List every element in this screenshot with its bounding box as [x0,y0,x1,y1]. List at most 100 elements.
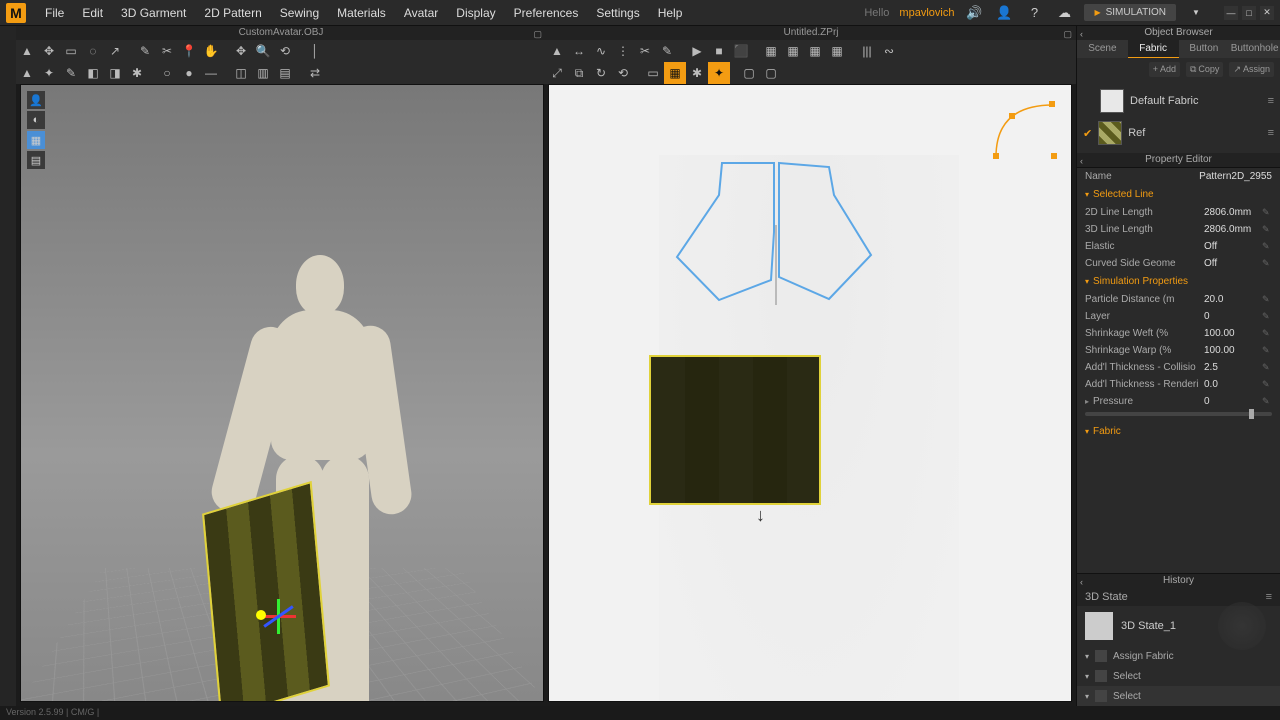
prop-row[interactable]: Shrinkage Warp (%100.00✎ [1077,342,1280,359]
history-entry[interactable]: Select [1077,666,1280,686]
sub-e[interactable]: ◨ [104,62,126,84]
username[interactable]: mpavlovich [899,7,954,19]
close-icon[interactable]: ▢ [1063,27,1072,41]
sim-dropdown-icon[interactable]: ▼ [1186,3,1206,23]
simulation-button[interactable]: SIMULATION [1084,4,1176,21]
sub2-g[interactable]: ✦ [708,62,730,84]
tool-zoom[interactable]: 🔍 [252,40,274,62]
prop-row[interactable]: Add'l Thickness - Renderi0.0✎ [1077,376,1280,393]
sub-m[interactable]: ⇄ [304,62,326,84]
selected-pattern-textured[interactable] [649,355,821,505]
prop-row[interactable]: Particle Distance (m20.0✎ [1077,291,1280,308]
prop-pressure[interactable]: ▸Pressure0✎ [1077,393,1280,410]
tool-arrow[interactable]: ↗ [104,40,126,62]
sub2-f[interactable]: ✱ [686,62,708,84]
sub-h[interactable]: ● [178,62,200,84]
sub-k[interactable]: ▥ [252,62,274,84]
menu-2d-pattern[interactable]: 2D Pattern [195,6,270,20]
tool-pin[interactable]: 📍 [178,40,200,62]
vis-texture-icon[interactable]: ▦ [27,131,45,149]
sub-i[interactable]: — [200,62,222,84]
gear-icon[interactable]: ≡ [1266,591,1272,603]
menu-file[interactable]: File [36,6,73,20]
menu-help[interactable]: Help [649,6,692,20]
vis-mesh-icon[interactable]: ▤ [27,151,45,169]
prop-row[interactable]: 2D Line Length2806.0mm✎ [1077,204,1280,221]
tool-rotate[interactable]: ⟲ [274,40,296,62]
sub2-c[interactable]: ↻ [590,62,612,84]
tab-button[interactable]: Button [1179,40,1230,58]
tool2-pen[interactable]: ✎ [656,40,678,62]
sub2-i[interactable]: ▢ [760,62,782,84]
tool-hand[interactable]: ✋ [200,40,222,62]
tab-buttonhole[interactable]: Buttonhole [1229,40,1280,58]
gear-icon[interactable]: ≡ [1268,127,1274,139]
help-icon[interactable]: ? [1024,3,1044,23]
prop-row[interactable]: Layer0✎ [1077,308,1280,325]
file-tab-3d[interactable]: CustomAvatar.OBJ▢ [16,26,546,40]
tool2-edit[interactable]: ↔ [568,40,590,62]
user-icon[interactable]: 👤 [994,3,1014,23]
fabric-item-default[interactable]: Default Fabric ≡ [1083,85,1274,117]
sub2-texture[interactable]: ▦ [664,62,686,84]
tool-move[interactable]: ✥ [38,40,60,62]
tool-pen[interactable]: ✎ [134,40,156,62]
tool-select[interactable]: ▲ [16,40,38,62]
menu-materials[interactable]: Materials [328,6,395,20]
prop-row[interactable]: Shrinkage Weft (%100.00✎ [1077,325,1280,342]
pattern-piece-left[interactable] [677,163,774,300]
tool2-g3[interactable]: ▦ [804,40,826,62]
menu-preferences[interactable]: Preferences [505,6,588,20]
sub2-a[interactable]: ⤢ [546,62,568,84]
menu-avatar[interactable]: Avatar [395,6,447,20]
tool2-stop[interactable]: ■ [708,40,730,62]
tool2-bars[interactable]: ||| [856,40,878,62]
file-tab-2d[interactable]: Untitled.ZPrj▢ [546,26,1076,40]
copy-button[interactable]: Copy [1186,62,1223,77]
viewport-3d[interactable]: 👤 ◐ ▦ ▤ [20,84,544,702]
tool-ruler[interactable]: │ [304,40,326,62]
tool-pan[interactable]: ✥ [230,40,252,62]
tool2-g4[interactable]: ▦ [826,40,848,62]
tool2-seam[interactable]: ⋮ [612,40,634,62]
menu-edit[interactable]: Edit [73,6,112,20]
section-selected-line[interactable]: Selected Line [1077,185,1280,204]
collapse-icon[interactable]: ‹ [1080,154,1083,168]
sub2-d[interactable]: ⟲ [612,62,634,84]
add-button[interactable]: Add [1149,62,1180,77]
sub-d[interactable]: ◧ [82,62,104,84]
window-maximize-icon[interactable]: □ [1242,6,1256,20]
menu-3d-garment[interactable]: 3D Garment [112,6,195,20]
section-fabric[interactable]: Fabric [1077,422,1280,441]
pattern-piece-right[interactable] [779,163,871,299]
sub-g[interactable]: ○ [156,62,178,84]
sub-a[interactable]: ▲ [16,62,38,84]
sound-icon[interactable]: 🔊 [964,3,984,23]
tool2-select[interactable]: ▲ [546,40,568,62]
prop-row[interactable]: 3D Line Length2806.0mm✎ [1077,221,1280,238]
tool2-cut[interactable]: ✂ [634,40,656,62]
prop-row[interactable]: ElasticOff✎ [1077,238,1280,255]
tab-scene[interactable]: Scene [1077,40,1128,58]
sub-c[interactable]: ✎ [60,62,82,84]
sub-f[interactable]: ✱ [126,62,148,84]
window-close-icon[interactable]: ✕ [1260,6,1274,20]
tool-box[interactable]: ▭ [60,40,82,62]
pressure-slider[interactable] [1085,412,1272,416]
menu-sewing[interactable]: Sewing [271,6,328,20]
fabric-item-ref[interactable]: ✔ Ref ≡ [1083,117,1274,149]
vis-xray-icon[interactable]: ◐ [27,111,45,129]
vis-avatar-icon[interactable]: 👤 [27,91,45,109]
history-entry[interactable]: Assign Fabric [1077,646,1280,666]
tool-scissors[interactable]: ✂ [156,40,178,62]
tool2-misc[interactable]: ∾ [878,40,900,62]
section-sim-props[interactable]: Simulation Properties [1077,272,1280,291]
sub-b[interactable]: ✦ [38,62,60,84]
sub-j[interactable]: ◫ [230,62,252,84]
hint-bulb-icon[interactable] [1218,602,1266,650]
collapse-icon[interactable]: ‹ [1080,575,1083,589]
history-entry[interactable]: Select [1077,686,1280,706]
menu-settings[interactable]: Settings [587,6,648,20]
sub2-h[interactable]: ▢ [738,62,760,84]
viewport-2d[interactable]: ↓ [548,84,1072,702]
